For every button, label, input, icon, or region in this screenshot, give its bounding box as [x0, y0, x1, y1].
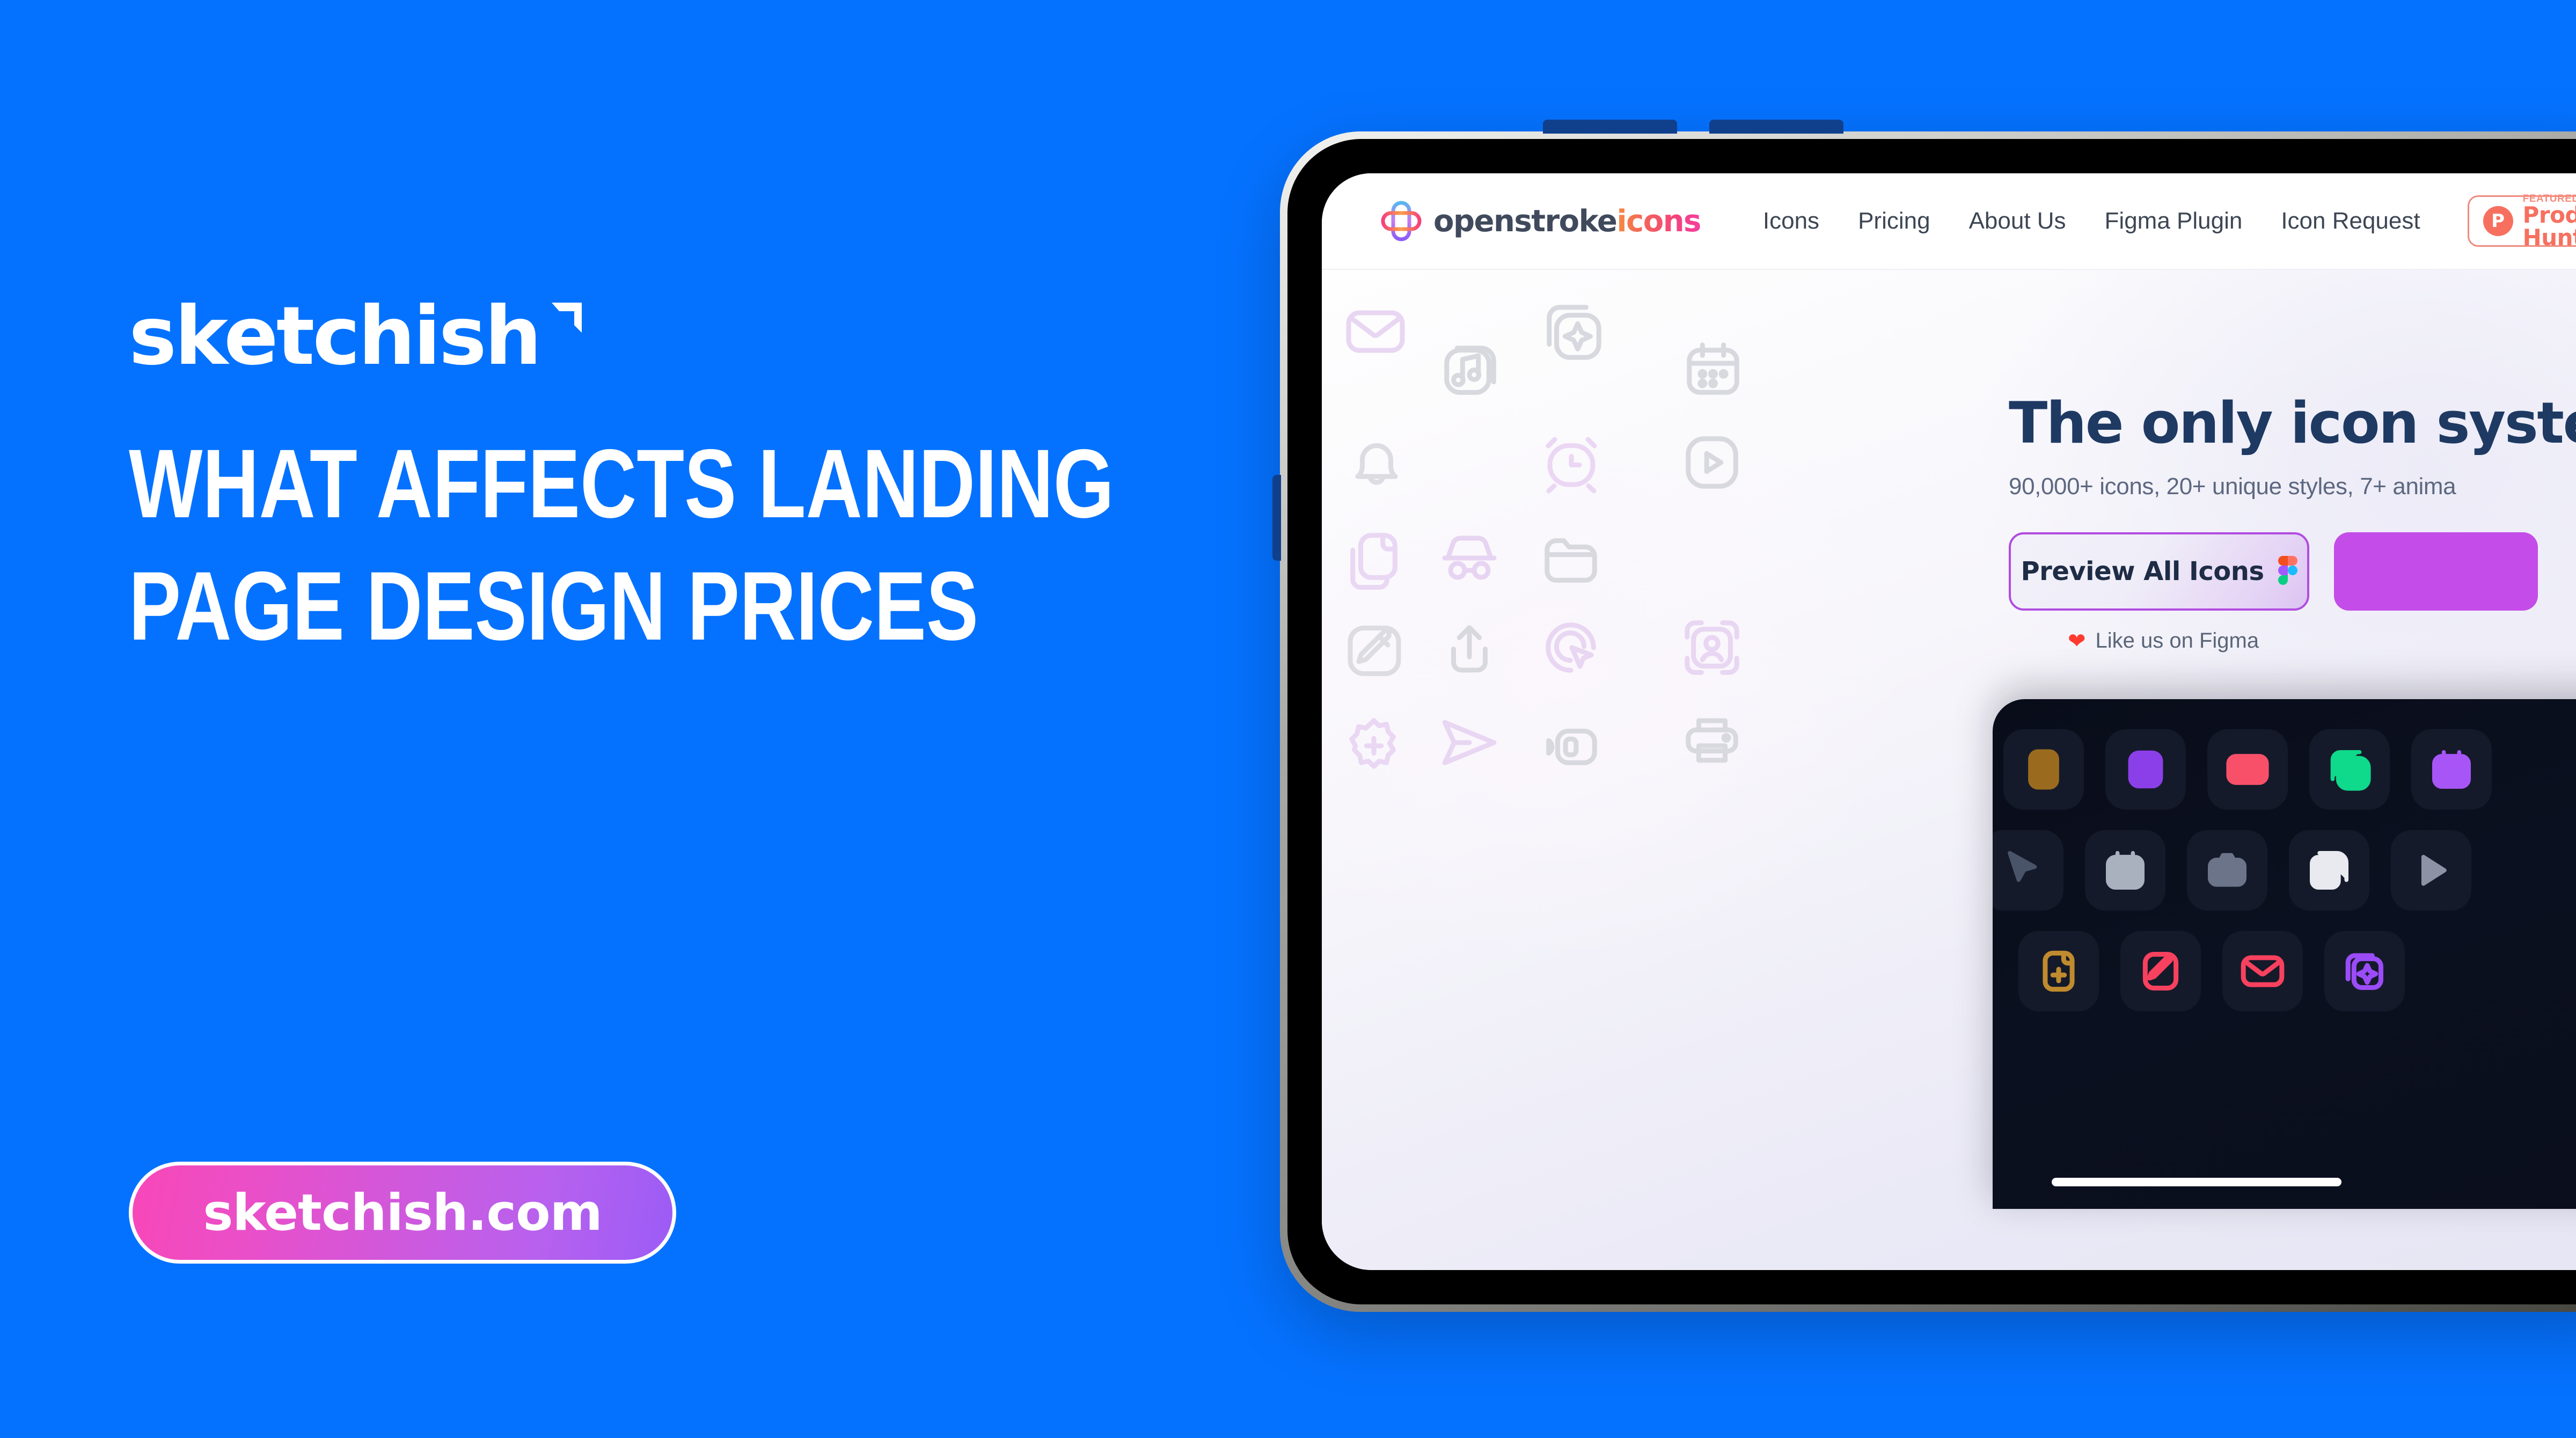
headline-line-2: Page Design Prices: [129, 551, 979, 661]
icon-tile-music-card-icon[interactable]: [2289, 830, 2369, 911]
music-note-icon: [1439, 340, 1502, 403]
battery-icon: [1539, 715, 1602, 779]
icon-tile-image-sparkle-icon[interactable]: [2309, 729, 2390, 810]
brand-logo: sketchish: [129, 296, 583, 377]
product-hunt-name: Product Hunt: [2522, 201, 2576, 251]
openstroke-logo[interactable]: openstrokeicons: [1381, 201, 1701, 241]
star-plus-icon: [1342, 714, 1406, 777]
website-cta-label: sketchish.com: [203, 1183, 602, 1242]
logo-word-dark: openstroke: [1433, 203, 1618, 239]
volume-up-button[interactable]: [1543, 120, 1677, 134]
like-on-figma-row[interactable]: ❤ Like us on Figma: [2009, 629, 2576, 653]
nav-item-icons[interactable]: Icons: [1744, 208, 1839, 234]
preview-all-icons-button[interactable]: Preview All Icons: [2009, 532, 2309, 611]
tablet-bezel: openstrokeicons Icons Pricing About Us F…: [1287, 139, 2576, 1304]
icon-tile-camera-icon[interactable]: [2187, 830, 2267, 911]
figma-icon: [2278, 555, 2297, 588]
openstroke-wordmark: openstrokeicons: [1433, 204, 1701, 239]
icon-row: [1993, 931, 2492, 1011]
hero-actions: Preview All Icons: [2009, 532, 2576, 611]
icon-tile-play-icon[interactable]: [2391, 830, 2471, 911]
printer-icon: [1680, 709, 1744, 772]
volume-down-button[interactable]: [1709, 120, 1843, 134]
icon-tile-calendar-icon[interactable]: [2411, 729, 2492, 810]
openstroke-cross-icon: [1381, 201, 1422, 241]
envelope-icon: [1343, 299, 1408, 364]
panel-scrollbar[interactable]: [2052, 1178, 2341, 1186]
site-header: openstrokeicons Icons Pricing About Us F…: [1322, 173, 2576, 270]
icon-row: [1993, 830, 2492, 911]
user-scan-icon: [1680, 616, 1744, 679]
send-icon: [1437, 710, 1502, 775]
icon-tile-envelope-icon[interactable]: [2222, 931, 2303, 1011]
tablet-device-mockup: openstrokeicons Icons Pricing About Us F…: [1272, 120, 2576, 1312]
website-cta-button[interactable]: sketchish.com: [129, 1162, 676, 1264]
icon-tile-pen-edit-icon[interactable]: [2105, 729, 2186, 810]
hero-copy: The only icon system 90,000+ icons, 20+ …: [2009, 393, 2576, 653]
play-circle-icon: [1680, 431, 1744, 494]
calendar-icon: [1681, 337, 1745, 400]
icon-showcase-grid: [1993, 729, 2492, 1011]
icon-tile-file-plus-icon[interactable]: [2018, 931, 2099, 1011]
page-title: What Affects Landing Page Design Prices: [129, 429, 1114, 679]
icon-tile-pen-edit-icon[interactable]: [2120, 931, 2201, 1011]
site-nav: Icons Pricing About Us Figma Plugin Icon…: [1744, 208, 2440, 234]
product-hunt-badge[interactable]: P FEATURED ON Product Hunt ▲ 105: [2467, 194, 2576, 249]
heart-icon: ❤: [2068, 629, 2086, 653]
logo-word-gradient: icons: [1616, 203, 1701, 239]
share-icon: [1438, 619, 1501, 682]
icon-tile-cursor-icon[interactable]: [1993, 830, 2063, 911]
hero-title: The only icon system: [2009, 390, 2576, 456]
left-promo-panel: sketchish What Affects Landing Page Desi…: [0, 0, 1288, 1438]
secondary-cta-button[interactable]: [2334, 532, 2538, 611]
incognito-icon: [1437, 525, 1502, 589]
dark-icon-showcase-panel: [1993, 699, 2576, 1209]
icon-row: [1993, 729, 2492, 810]
arrow-flag-icon: [548, 302, 583, 335]
hero-subtitle: 90,000+ icons, 20+ unique styles, 7+ ani…: [2009, 473, 2456, 500]
image-sparkle-icon: [1541, 299, 1604, 363]
product-hunt-text: FEATURED ON Product Hunt: [2523, 194, 2576, 249]
nav-item-icon-request[interactable]: Icon Request: [2262, 208, 2439, 234]
folder-icon: [1539, 527, 1602, 591]
cursor-click-icon: [1539, 616, 1602, 679]
like-on-figma-label: Like us on Figma: [2095, 629, 2259, 653]
file-copy-icon: [1342, 526, 1406, 590]
icon-tile-image-layers-icon[interactable]: [2324, 931, 2405, 1011]
icon-tile-calendar-icon[interactable]: [2085, 830, 2165, 911]
product-hunt-icon: P: [2483, 206, 2513, 236]
hero-section: The only icon system 90,000+ icons, 20+ …: [1322, 270, 2576, 1270]
alarm-clock-icon: [1539, 431, 1604, 495]
icon-tile-file-plus-icon[interactable]: [2003, 729, 2084, 810]
tablet-screen: openstrokeicons Icons Pricing About Us F…: [1322, 173, 2576, 1270]
preview-all-icons-label: Preview All Icons: [2021, 556, 2264, 587]
icon-tile-envelope-icon[interactable]: [2207, 729, 2288, 810]
brand-wordmark: sketchish: [129, 290, 542, 383]
nav-item-pricing[interactable]: Pricing: [1839, 208, 1950, 234]
bell-icon: [1344, 431, 1409, 495]
nav-item-figma-plugin[interactable]: Figma Plugin: [2085, 208, 2262, 234]
pen-square-icon: [1342, 619, 1407, 683]
nav-item-about-us[interactable]: About Us: [1950, 208, 2085, 234]
headline-line-1: What Affects Landing: [129, 429, 1114, 538]
